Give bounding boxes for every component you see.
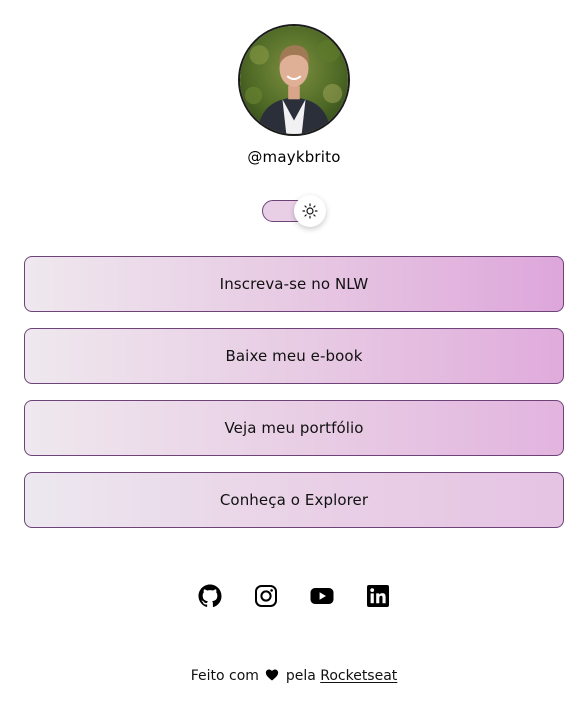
profile-username: @maykbrito [247,148,341,166]
heart-icon [266,669,279,681]
link-button-explorer[interactable]: Conheça o Explorer [24,472,564,528]
social-links [194,580,394,612]
footer-prefix: Feito com [190,668,259,684]
footer-middle: pela [285,668,316,684]
profile-photo [240,26,348,134]
theme-toggle-switch[interactable] [262,195,326,227]
link-button-portfolio[interactable]: Veja meu portfólio [24,400,564,456]
youtube-icon[interactable] [310,584,334,608]
page: @maykbrito Inscreva-se no NLW Baixe meu … [0,0,588,712]
footer: Feito com pela Rocketseat [0,666,588,686]
link-button-ebook[interactable]: Baixe meu e-book [24,328,564,384]
github-icon[interactable] [198,584,222,608]
sun-icon [302,203,318,219]
link-list: Inscreva-se no NLW Baixe meu e-book Veja… [24,256,564,544]
instagram-icon[interactable] [254,584,278,608]
profile-avatar [238,24,350,136]
rocketseat-link[interactable]: Rocketseat [320,668,397,684]
switch-knob[interactable] [294,195,326,227]
linkedin-icon[interactable] [366,584,390,608]
link-button-nlw[interactable]: Inscreva-se no NLW [24,256,564,312]
